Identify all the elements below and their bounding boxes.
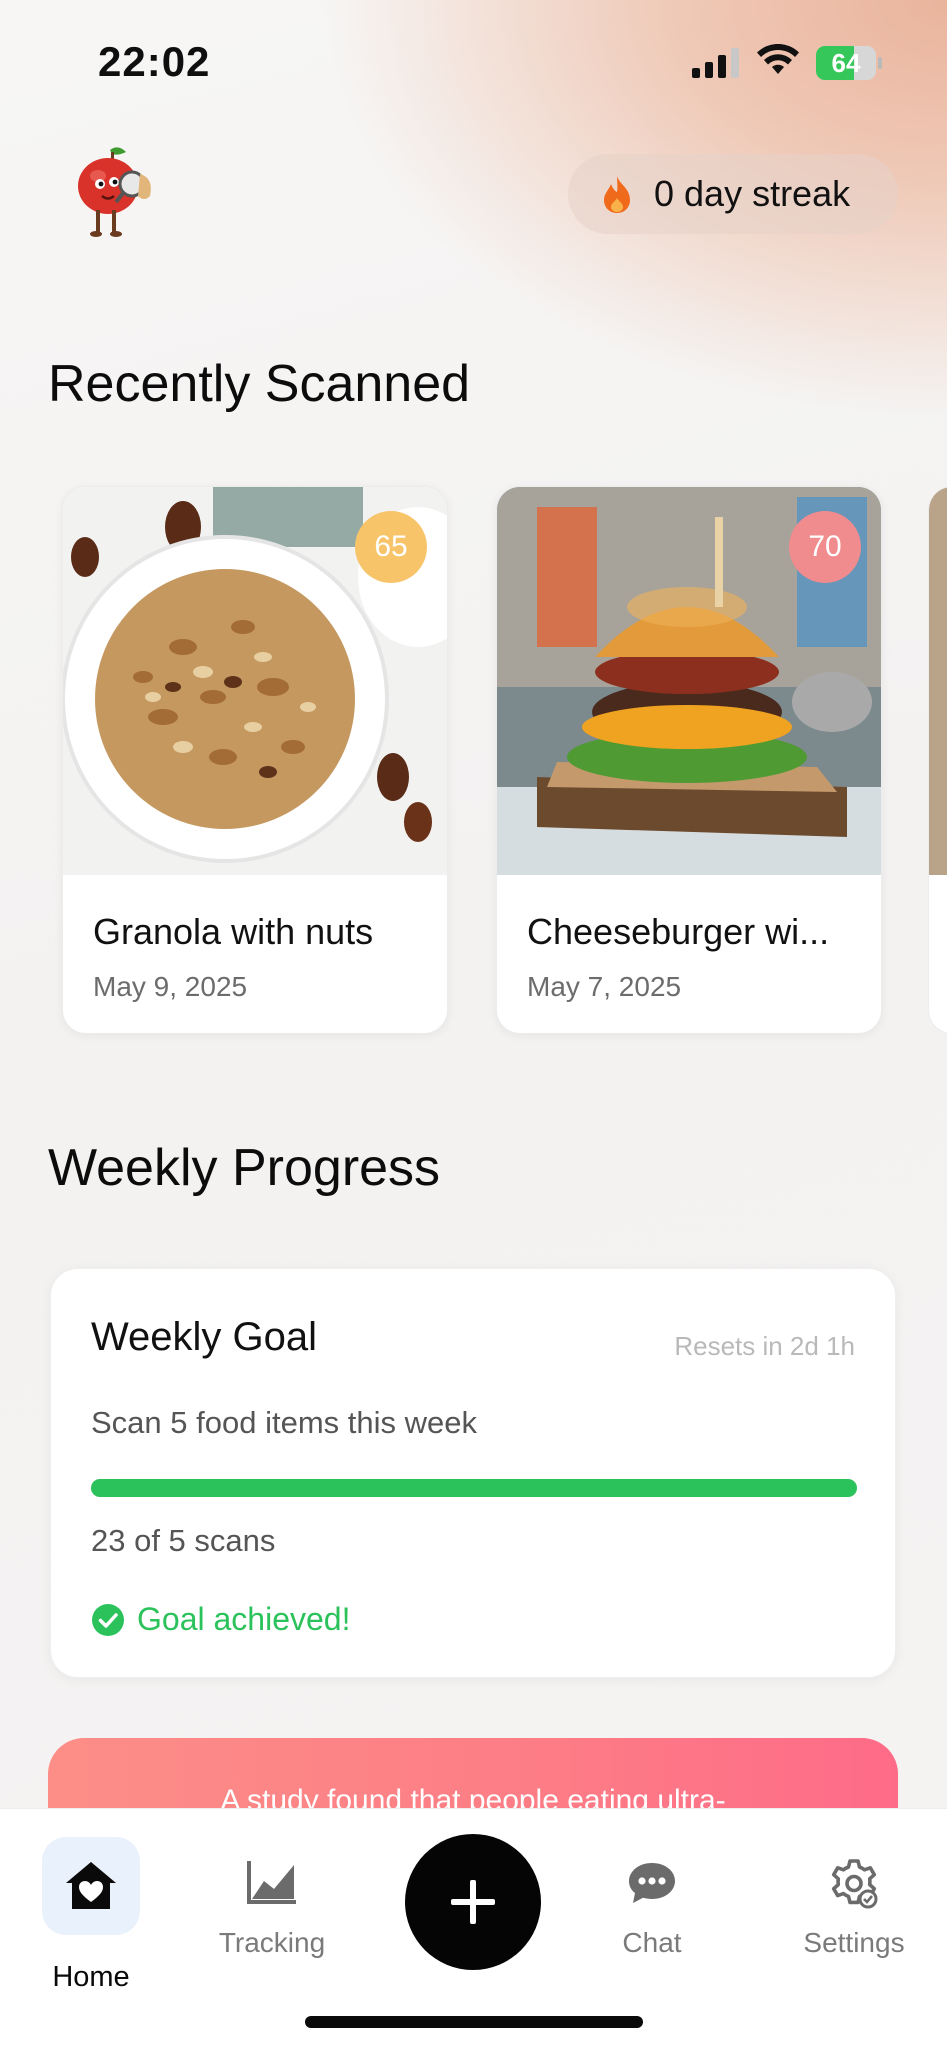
scan-card-granola[interactable]: 65 Granola with nuts May 9, 2025 (62, 486, 448, 1034)
weekly-goal-title: Weekly Goal (91, 1315, 318, 1359)
weekly-progress-heading: Weekly Progress (48, 1139, 441, 1197)
tab-tracking[interactable]: Tracking (197, 1809, 347, 1989)
apple-mascot-icon[interactable] (66, 144, 162, 244)
goal-achieved-status: Goal achieved! (91, 1601, 350, 1638)
weekly-goal-description: Scan 5 food items this week (91, 1405, 477, 1440)
goal-achieved-label: Goal achieved! (137, 1601, 351, 1637)
scan-card-date: May 7, 2025 (527, 971, 682, 1002)
tab-home[interactable]: Home (16, 1809, 166, 1993)
wifi-icon (757, 44, 799, 74)
scan-card-peek[interactable] (928, 486, 947, 1034)
cellular-signal-icon (692, 48, 739, 78)
streak-label: 0 day streak (654, 173, 851, 214)
scan-card-cheeseburger[interactable]: 70 Cheeseburger wi... May 7, 2025 (496, 486, 882, 1034)
tab-settings[interactable]: Settings (779, 1809, 929, 1989)
score-badge: 65 (355, 511, 427, 583)
weekly-goal-count: 23 of 5 scans (91, 1523, 276, 1558)
tab-home-label: Home (52, 1961, 130, 1993)
scan-card-title: Cheeseburger wi... (527, 911, 830, 952)
home-indicator (305, 2016, 643, 2028)
gear-icon (831, 1859, 878, 1909)
tab-chat[interactable]: Chat (577, 1809, 727, 1989)
battery-level: 64 (831, 48, 861, 78)
chat-bubble-icon (629, 1863, 675, 1903)
status-time: 22:02 (98, 38, 211, 85)
battery-icon: 64 (816, 46, 882, 80)
home-heart-icon (66, 1862, 116, 1909)
scan-card-date: May 9, 2025 (93, 971, 248, 1002)
tab-chat-label: Chat (622, 1927, 682, 1958)
check-circle-icon (92, 1603, 124, 1636)
weekly-goal-card[interactable]: Weekly Goal Resets in 2d 1h Scan 5 food … (50, 1268, 896, 1678)
plus-icon (451, 1880, 495, 1924)
status-bar: 22:02 64 (0, 0, 947, 120)
weekly-goal-progress-fill (91, 1479, 857, 1497)
tab-settings-label: Settings (803, 1927, 905, 1958)
flame-icon (604, 176, 630, 213)
scan-card-title: Granola with nuts (93, 911, 374, 952)
streak-badge[interactable]: 0 day streak (568, 154, 898, 234)
tab-tracking-label: Tracking (218, 1927, 326, 1958)
weekly-goal-reset-timer: Resets in 2d 1h (674, 1331, 855, 1361)
recently-scanned-heading: Recently Scanned (48, 355, 471, 413)
chart-icon (247, 1861, 296, 1904)
add-scan-button[interactable] (405, 1834, 541, 1970)
weekly-goal-progress-bar (91, 1479, 857, 1497)
score-badge: 70 (789, 511, 861, 583)
